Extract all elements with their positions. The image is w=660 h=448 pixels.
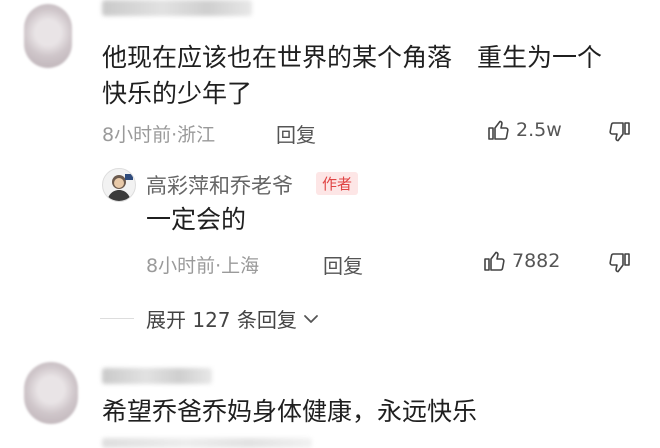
thumb-down-icon (608, 120, 632, 144)
like-button[interactable]: 2.5w (486, 118, 562, 142)
expand-replies-label: 展开 127 条回复 (146, 308, 297, 332)
like-count: 7882 (512, 250, 561, 272)
comment-meta-blurred (102, 438, 312, 448)
comment-text: 他现在应该也在世界的某个角落 重生为一个快乐的少年了 (102, 43, 603, 108)
author-avatar[interactable] (102, 168, 136, 202)
comment-text: 希望乔爸乔妈身体健康，永远快乐 (102, 397, 478, 426)
like-count: 2.5w (516, 119, 562, 141)
reply-button[interactable]: 回复 (276, 119, 316, 148)
author-badge: 作者 (316, 172, 359, 195)
chevron-down-icon (301, 309, 321, 329)
dislike-button[interactable] (608, 120, 632, 144)
thumb-up-icon (482, 249, 506, 273)
author-name[interactable]: 高彩萍和乔老爷 (146, 170, 293, 200)
username-blurred[interactable] (102, 368, 212, 384)
reply-text: 一定会的 (146, 205, 247, 234)
expand-replies-button[interactable]: 展开 127 条回复 (146, 304, 321, 333)
avatar[interactable] (24, 362, 78, 424)
thumb-up-icon (486, 118, 510, 142)
reply-button[interactable]: 回复 (323, 250, 363, 279)
avatar[interactable] (24, 4, 72, 68)
like-button[interactable]: 7882 (482, 249, 560, 273)
expand-divider (100, 318, 134, 319)
dislike-button[interactable] (608, 251, 632, 275)
comment-time-location: 8小时前·浙江 (102, 124, 216, 146)
reply-time-location: 8小时前·上海 (146, 255, 260, 277)
thumb-down-icon (608, 251, 632, 275)
username-blurred[interactable] (102, 0, 252, 16)
